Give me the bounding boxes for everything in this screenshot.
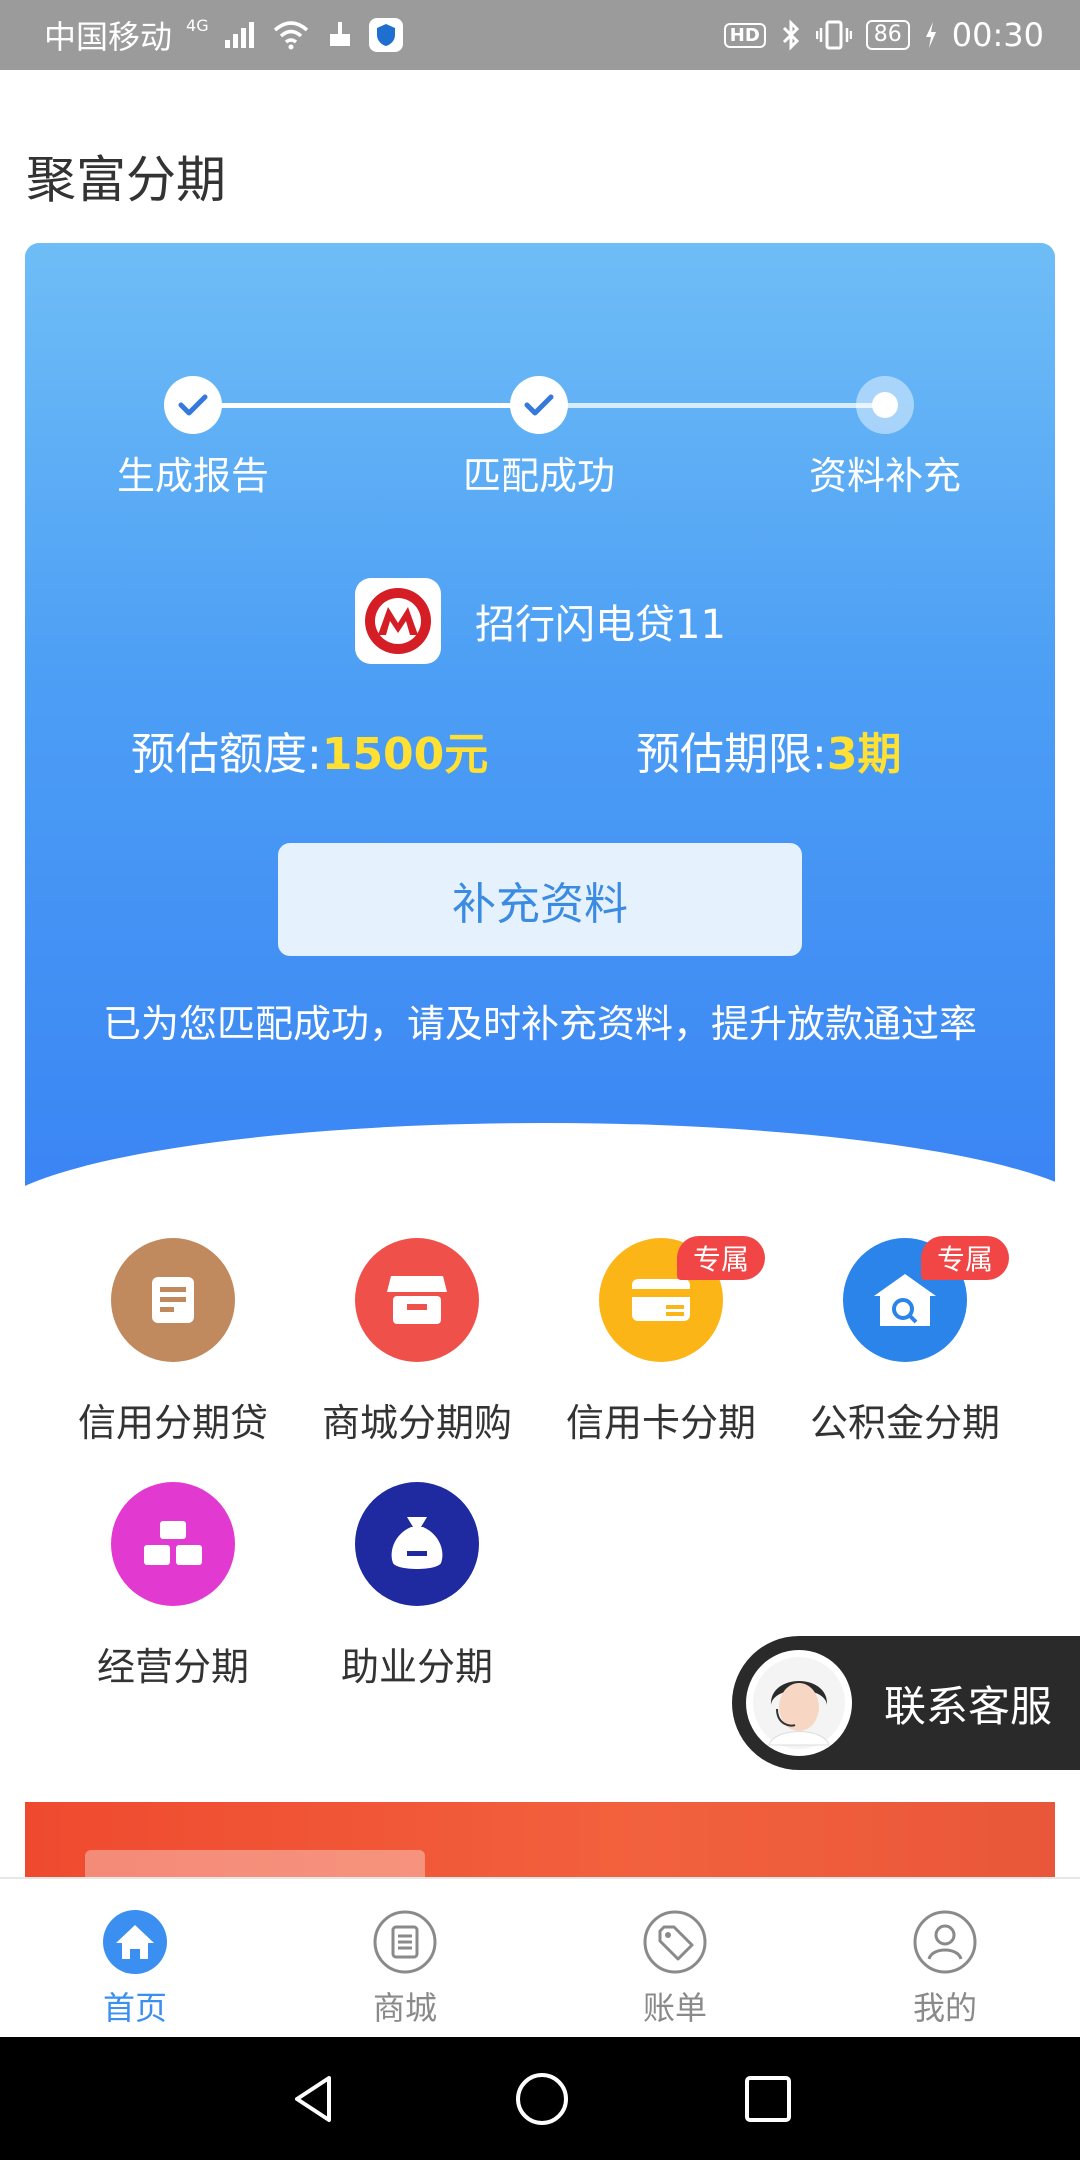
signal-icon: [224, 22, 254, 48]
progress-steps: 生成报告 匹配成功 资料补充: [25, 373, 1055, 498]
hd-icon: HD: [723, 22, 766, 48]
system-navigation-bar: [0, 2037, 1080, 2160]
page-title: 聚富分期: [26, 151, 226, 209]
menu-credit-card-installment[interactable]: 专属 信用卡分期: [541, 1236, 781, 1447]
bluetooth-icon: [782, 19, 799, 51]
gold-bars-icon: [111, 1482, 235, 1606]
menu-label: 公积金分期: [809, 1401, 1000, 1445]
step-done-icon: [510, 376, 568, 434]
card-curve: [25, 1123, 1055, 1188]
step-label: 资料补充: [808, 454, 961, 498]
nav-profile[interactable]: 我的: [810, 1879, 1080, 2037]
back-icon[interactable]: [287, 2072, 341, 2126]
menu-label: 信用分期贷: [77, 1401, 268, 1445]
term-value: 3期: [826, 729, 902, 780]
status-bar: 中国移动 4G HD 86 00:30: [0, 0, 1080, 70]
menu-mall-installment[interactable]: 商城分期购: [297, 1238, 537, 1447]
step-connector: [193, 403, 537, 408]
document-icon: [111, 1238, 235, 1362]
wifi-icon: [273, 21, 308, 50]
menu-housing-fund-installment[interactable]: 专属 公积金分期: [785, 1236, 1025, 1447]
step-connector: [539, 403, 885, 408]
exclusive-badge: 专属: [920, 1236, 1009, 1280]
nav-label: 我的: [912, 1989, 977, 2027]
menu-business-installment[interactable]: 经营分期: [53, 1482, 293, 1691]
network-type: 4G: [186, 16, 209, 35]
bottom-navigation: 首页 商城 账单 我的: [0, 1877, 1080, 2037]
contact-support-label: 联系客服: [884, 1681, 1053, 1731]
step-label: 生成报告: [116, 454, 269, 498]
amount-label: 预估额度:: [131, 729, 322, 780]
step-done-icon: [164, 376, 222, 434]
step-label: 匹配成功: [462, 454, 615, 498]
battery-icon: 86: [865, 20, 910, 50]
contact-support-button[interactable]: 联系客服: [732, 1636, 1080, 1770]
vibrate-icon: [815, 20, 852, 50]
nav-label: 商城: [372, 1989, 437, 2027]
home-circle-icon[interactable]: [514, 2071, 570, 2127]
shield-icon: [368, 18, 403, 52]
promo-banner[interactable]: [25, 1802, 1055, 1882]
store-icon: [355, 1238, 479, 1362]
bank-name: 招行闪电贷11: [475, 602, 726, 648]
estimated-term: 预估期限:3期: [636, 718, 901, 782]
charging-icon: [925, 22, 936, 48]
support-agent-avatar: [746, 1650, 852, 1756]
term-label: 预估期限:: [636, 729, 827, 780]
hint-text: 已为您匹配成功，请及时补充资料，提升放款通过率: [102, 1002, 977, 1046]
nav-mall[interactable]: 商城: [270, 1879, 540, 2037]
clock: 00:30: [951, 16, 1044, 54]
bank-product: 招行闪电贷11: [355, 578, 726, 664]
mall-icon: [373, 1910, 437, 1974]
money-bag-icon: [355, 1482, 479, 1606]
menu-employment-installment[interactable]: 助业分期: [297, 1482, 537, 1691]
exclusive-badge: 专属: [676, 1236, 765, 1280]
recents-icon[interactable]: [743, 2074, 793, 2124]
menu-label: 助业分期: [340, 1645, 493, 1689]
menu-label: 经营分期: [96, 1645, 249, 1689]
menu-label: 商城分期购: [321, 1401, 512, 1445]
step-current-icon: [856, 376, 914, 434]
menu-label: 信用卡分期: [565, 1401, 756, 1445]
menu-credit-installment-loan[interactable]: 信用分期贷: [53, 1238, 293, 1447]
cmb-logo-icon: [355, 578, 441, 664]
broom-icon: [329, 22, 350, 46]
nav-home[interactable]: 首页: [0, 1879, 270, 2037]
carrier-label: 中国移动: [44, 18, 173, 56]
home-icon: [103, 1910, 167, 1974]
user-icon: [913, 1910, 977, 1974]
loan-status-card: 生成报告 匹配成功 资料补充 招行闪电贷11 预估额度:1500元 预估期限:3…: [25, 243, 1055, 1188]
supplement-info-button[interactable]: 补充资料: [278, 843, 802, 956]
tag-icon: [643, 1910, 707, 1974]
estimated-amount: 预估额度:1500元: [131, 718, 488, 782]
amount-value: 1500元: [321, 729, 489, 780]
nav-label: 首页: [102, 1989, 167, 2027]
nav-label: 账单: [642, 1989, 707, 2027]
nav-bills[interactable]: 账单: [540, 1879, 810, 2037]
